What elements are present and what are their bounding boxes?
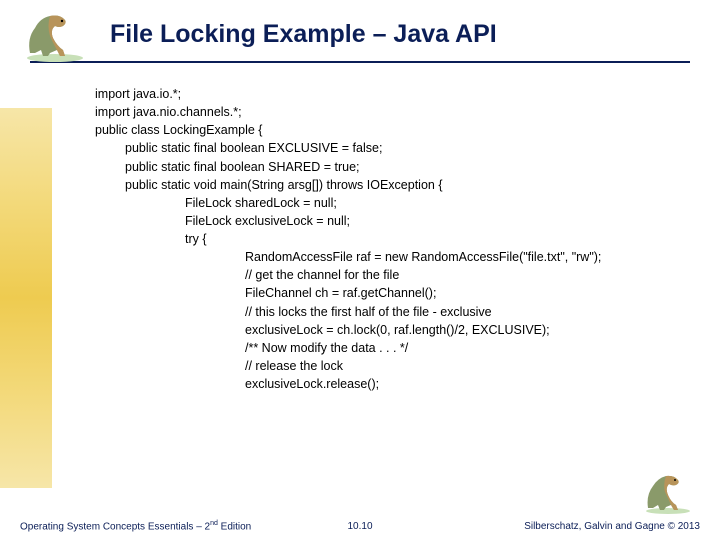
code-line: public static final boolean EXCLUSIVE = … xyxy=(95,139,700,157)
left-accent-bar xyxy=(0,108,52,488)
footer-left: Operating System Concepts Essentials – 2… xyxy=(20,520,251,532)
code-line: import java.io.*; xyxy=(95,85,700,103)
code-line: public static void main(String arsg[]) t… xyxy=(95,176,700,194)
footer-left-text-a: Operating System Concepts Essentials – 2 xyxy=(20,521,210,532)
code-line: // release the lock xyxy=(95,357,700,375)
footer-copyright: Silberschatz, Galvin and Gagne © 2013 xyxy=(524,521,700,532)
footer-left-sup: nd xyxy=(210,520,218,527)
dinosaur-logo-icon xyxy=(15,8,95,63)
code-line: FileLock sharedLock = null; xyxy=(95,194,700,212)
code-line: public static final boolean SHARED = tru… xyxy=(95,158,700,176)
code-line: FileChannel ch = raf.getChannel(); xyxy=(95,284,700,302)
code-line: exclusiveLock = ch.lock(0, raf.length()/… xyxy=(95,321,700,339)
code-line: exclusiveLock.release(); xyxy=(95,375,700,393)
code-line: // this locks the first half of the file… xyxy=(95,303,700,321)
code-line: /** Now modify the data . . . */ xyxy=(95,339,700,357)
code-line: public class LockingExample { xyxy=(95,121,700,139)
code-line: // get the channel for the file xyxy=(95,266,700,284)
dinosaur-footer-icon xyxy=(638,470,698,515)
code-line: RandomAccessFile raf = new RandomAccessF… xyxy=(95,248,700,266)
code-line: FileLock exclusiveLock = null; xyxy=(95,212,700,230)
slide-title: File Locking Example – Java API xyxy=(110,20,690,49)
footer-page-number: 10.10 xyxy=(347,521,372,532)
footer-left-text-b: Edition xyxy=(218,521,251,532)
code-block: import java.io.*; import java.nio.channe… xyxy=(95,85,700,393)
title-divider xyxy=(30,61,690,63)
code-line: import java.nio.channels.*; xyxy=(95,103,700,121)
code-line: try { xyxy=(95,230,700,248)
